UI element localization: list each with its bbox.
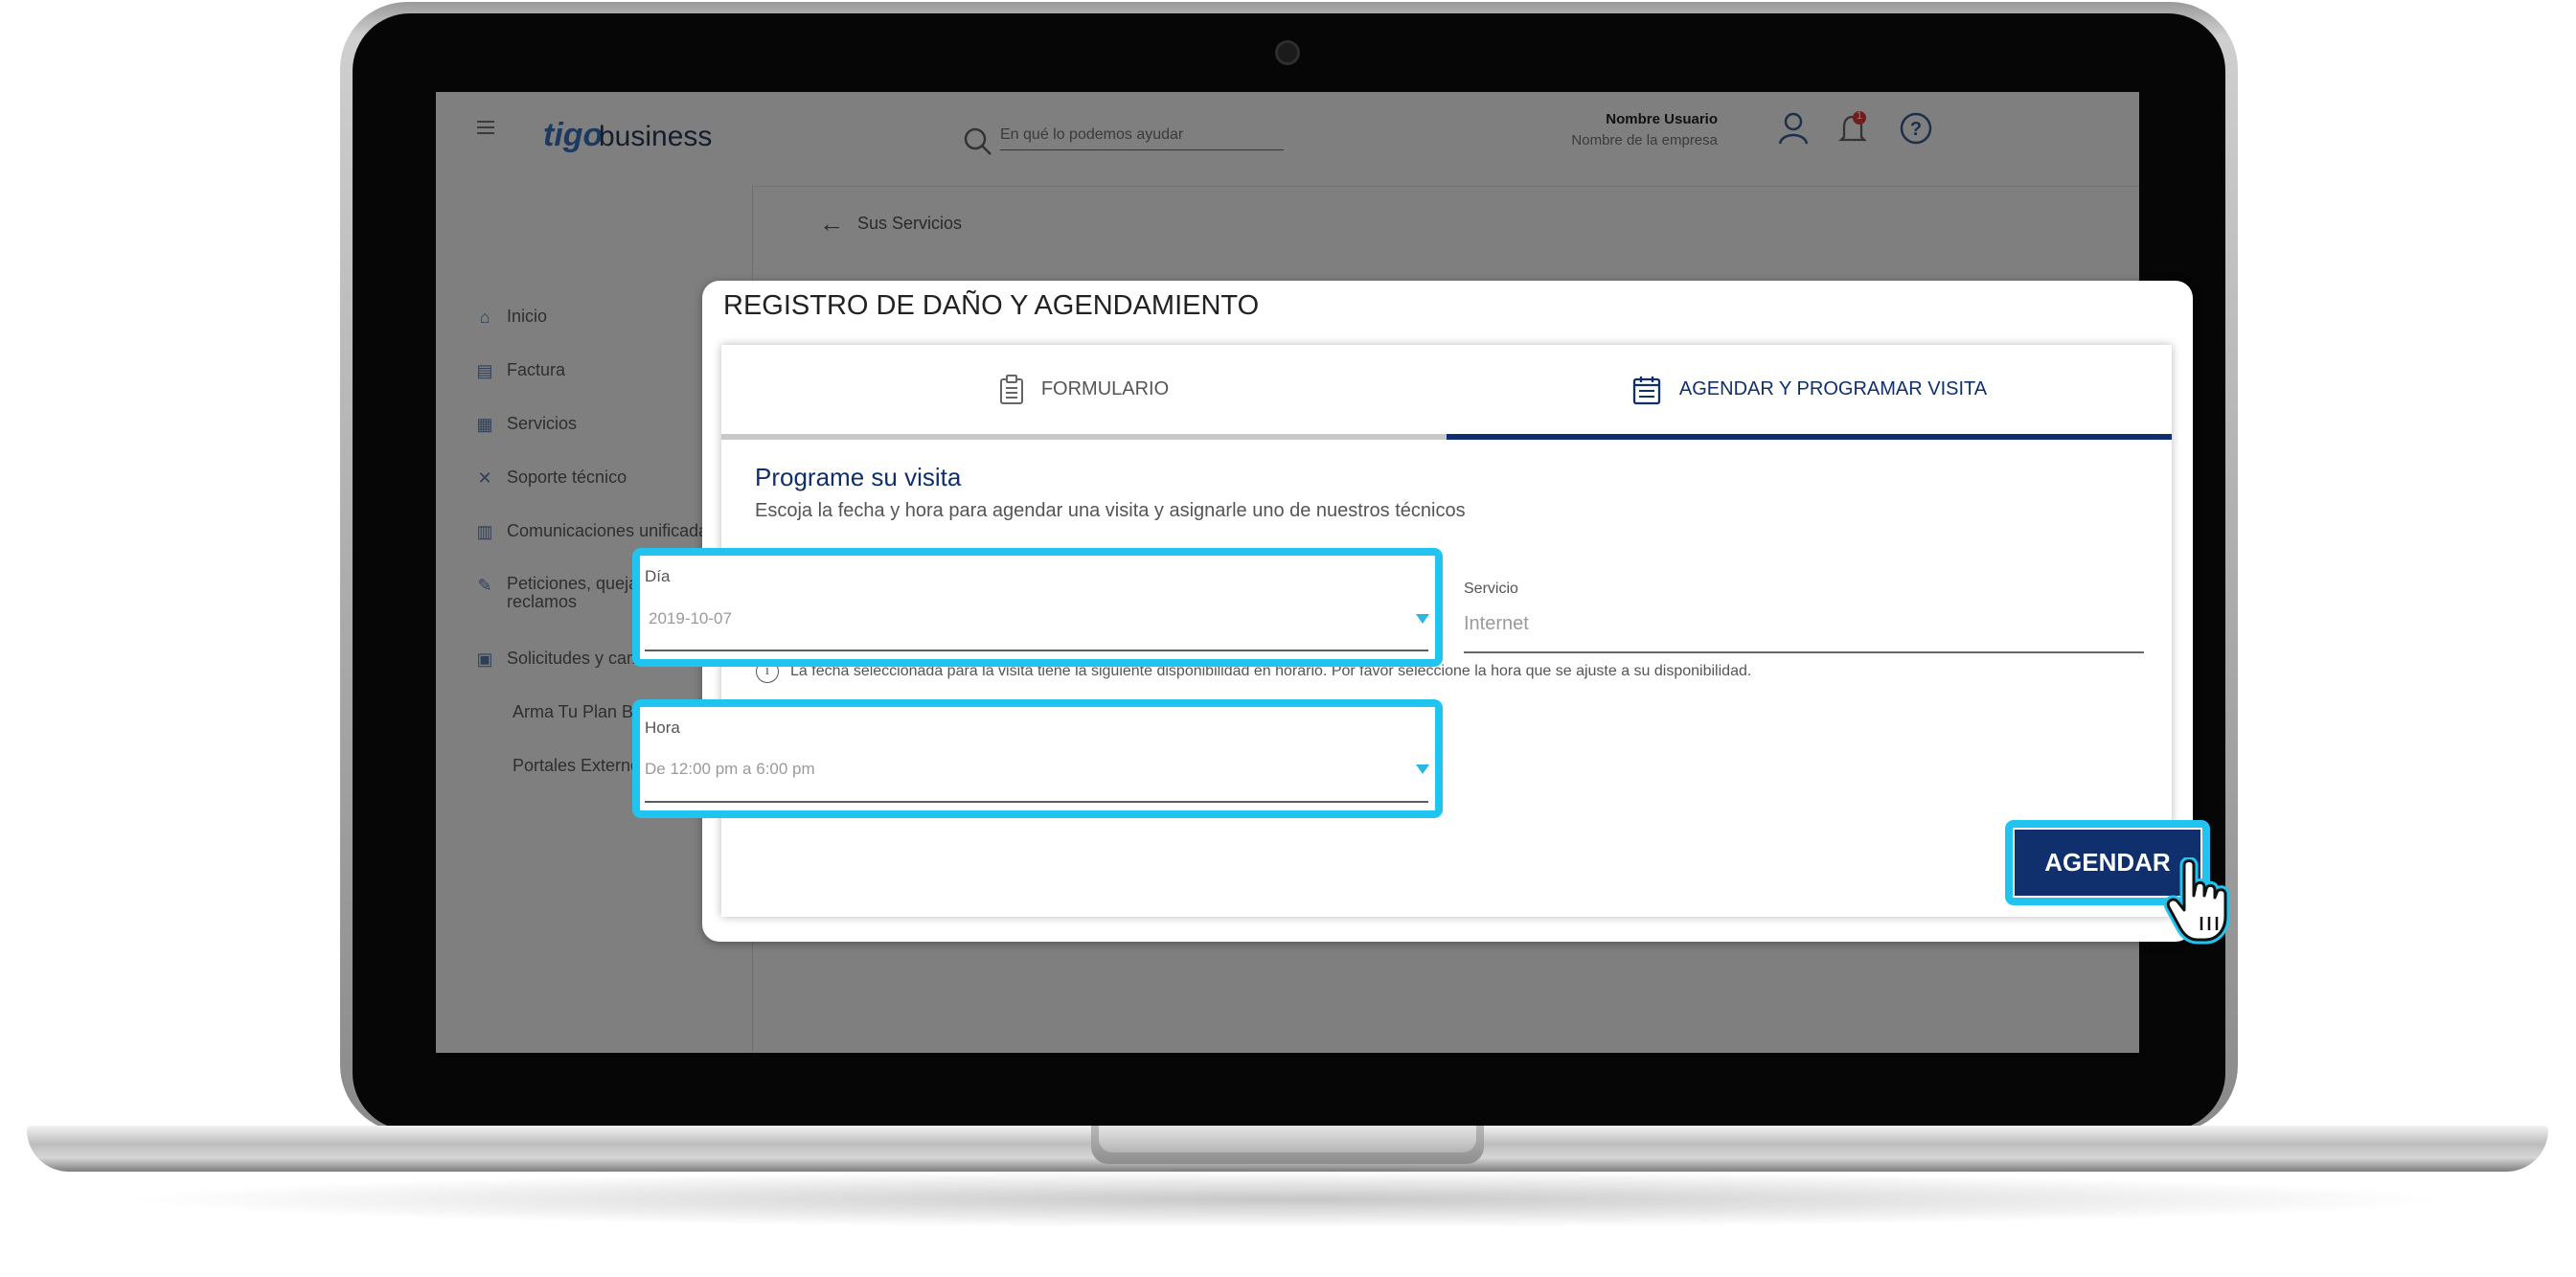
- day-value: 2019-10-07: [649, 609, 732, 627]
- service-label: Servicio: [1464, 581, 1518, 597]
- clipboard-icon: [999, 374, 1023, 404]
- hour-underline: [645, 801, 1428, 803]
- laptop-notch-inner: [1099, 1126, 1476, 1152]
- laptop-camera: [1275, 40, 1300, 65]
- hour-label: Hora: [645, 718, 680, 737]
- hour-dropdown-arrow-icon[interactable]: [1416, 764, 1429, 774]
- tab-formulario[interactable]: FORMULARIO: [721, 345, 1447, 440]
- hour-value: De 12:00 pm a 6:00 pm: [645, 760, 815, 778]
- tab-label: AGENDAR Y PROGRAMAR VISITA: [1678, 378, 1988, 399]
- laptop-shadow: [115, 1171, 2462, 1228]
- hour-field[interactable]: Hora De 12:00 pm a 6:00 pm: [632, 699, 1443, 818]
- tab-agendar[interactable]: AGENDAR Y PROGRAMAR VISITA: [1447, 345, 2172, 440]
- modal-title: REGISTRO DE DAÑO Y AGENDAMIENTO: [723, 290, 1260, 321]
- day-field[interactable]: Día 2019-10-07: [632, 548, 1443, 667]
- calendar-icon: [1632, 376, 1661, 404]
- service-underline: [1464, 651, 2144, 653]
- hand-pointer-icon: [2163, 857, 2230, 945]
- day-label: Día: [645, 567, 671, 585]
- day-dropdown-arrow-icon[interactable]: [1416, 614, 1429, 624]
- service-value: Internet: [1464, 613, 1529, 634]
- section-subtitle: Escoja la fecha y hora para agendar una …: [755, 500, 1466, 521]
- day-underline: [645, 650, 1428, 651]
- tab-label: FORMULARIO: [1040, 378, 1170, 399]
- section-title: Programe su visita: [755, 463, 962, 491]
